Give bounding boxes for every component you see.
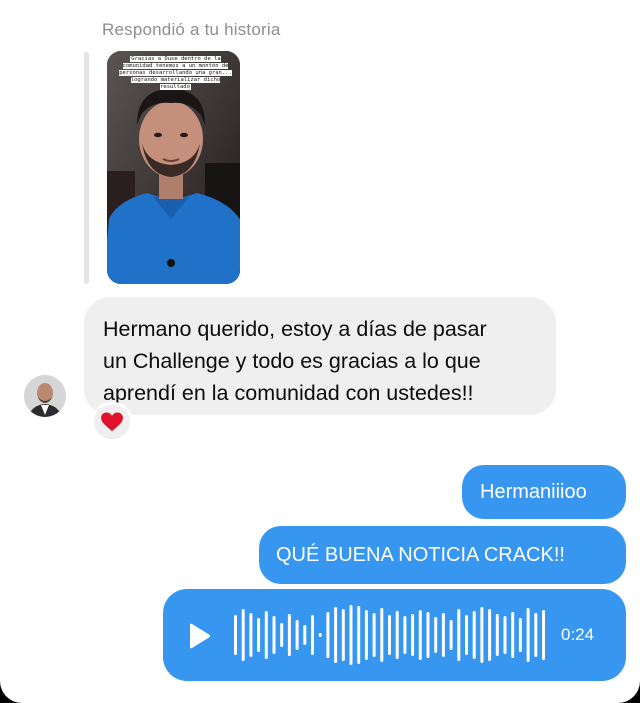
- waveform-bar: [457, 609, 461, 661]
- heart-icon: [101, 412, 123, 432]
- waveform-bar: [542, 610, 545, 660]
- waveform-bar: [372, 613, 376, 657]
- story-overlay-text: Gracias a Ouse dentro de la comunidad te…: [119, 56, 232, 90]
- incoming-message-bubble[interactable]: Hermano querido, estoy a días de pasar u…: [84, 297, 556, 415]
- reply-indicator-bar: [84, 52, 89, 284]
- sender-avatar[interactable]: [24, 375, 66, 417]
- waveform-bar: [434, 617, 438, 653]
- outgoing-message-bubble[interactable]: QUÉ BUENA NOTICIA CRACK!!: [259, 526, 626, 584]
- outgoing-message-text: QUÉ BUENA NOTICIA CRACK!!: [276, 543, 565, 566]
- waveform-bar: [295, 620, 299, 650]
- waveform-bar: [503, 616, 507, 654]
- waveform-bar: [326, 612, 330, 658]
- waveform-bar: [357, 606, 361, 664]
- story-reply-caption: Respondió a tu historia: [102, 20, 281, 39]
- waveform-bar: [257, 618, 261, 652]
- waveform-bar: [395, 611, 399, 659]
- waveform-bar: [311, 615, 314, 655]
- chat-screen: Respondió a tu historia Gracias a Ouse d…: [0, 0, 640, 703]
- outgoing-message-bubble[interactable]: Hermaniiioo: [462, 465, 626, 519]
- waveform-bar: [511, 612, 515, 658]
- waveform-bar: [349, 605, 353, 665]
- waveform-bar: [264, 611, 268, 659]
- waveform-bar: [495, 614, 499, 656]
- waveform-bar: [241, 609, 245, 661]
- waveform-bar: [364, 610, 368, 660]
- waveform-bar: [441, 613, 445, 657]
- reaction-badge[interactable]: [91, 402, 133, 442]
- waveform-bar: [334, 607, 338, 663]
- waveform-bar: [418, 610, 422, 660]
- incoming-message-line: Hermano querido, estoy a días de pasar: [103, 317, 487, 341]
- voice-message-bubble[interactable]: 0:24: [163, 589, 626, 681]
- waveform-bar: [465, 615, 468, 655]
- waveform-bar: [426, 612, 430, 658]
- waveform-bar: [534, 613, 538, 657]
- play-icon[interactable]: [187, 623, 211, 649]
- waveform-bar: [449, 620, 453, 650]
- waveform-bar: [480, 607, 484, 663]
- story-thumbnail[interactable]: Gracias a Ouse dentro de la comunidad te…: [107, 51, 240, 284]
- waveform-bar: [526, 608, 530, 662]
- waveform-bar: [518, 618, 522, 652]
- waveform-bar: [287, 614, 291, 656]
- waveform-bar: [303, 625, 307, 645]
- waveform-bar: [488, 609, 492, 661]
- waveform-bar: [318, 633, 322, 637]
- incoming-message-line: aprendí en la comunidad con ustedes!!: [103, 381, 474, 405]
- audio-waveform[interactable]: [232, 601, 548, 669]
- avatar-image: [24, 375, 66, 417]
- waveform-bar: [272, 616, 276, 654]
- waveform-bar: [403, 616, 407, 654]
- waveform-bar: [249, 613, 253, 657]
- waveform-bar: [341, 609, 345, 661]
- waveform-bar: [380, 608, 384, 662]
- waveform-bar: [411, 614, 415, 656]
- waveform-bar: [234, 615, 237, 655]
- waveform-bar: [472, 611, 476, 659]
- waveform-bar: [280, 623, 284, 647]
- waveform-bar: [388, 615, 391, 655]
- incoming-message-line: un Challenge y todo es gracias a lo que: [103, 349, 481, 373]
- outgoing-message-text: Hermaniiioo: [480, 480, 587, 503]
- voice-duration: 0:24: [561, 625, 595, 644]
